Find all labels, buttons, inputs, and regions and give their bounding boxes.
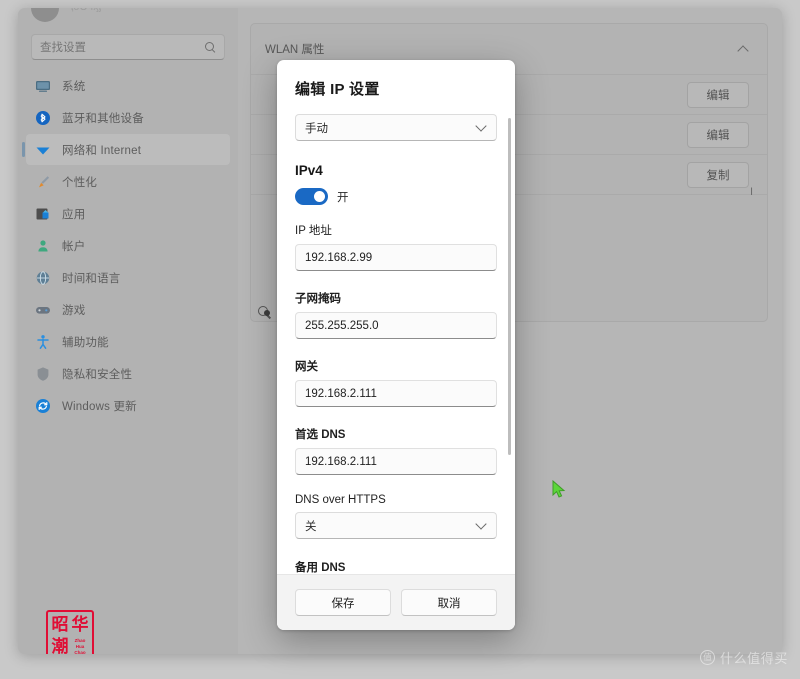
dialog-footer: 保存 取消 — [277, 574, 515, 630]
lock-search-icon — [258, 305, 273, 320]
privacy-shield-icon — [34, 365, 51, 382]
sidebar-item-label: 应用 — [62, 208, 86, 221]
chevron-up-icon[interactable] — [738, 44, 749, 55]
search-icon — [205, 41, 216, 53]
account-name: ҷәϴӵӽӻ — [68, 8, 103, 13]
account-strip[interactable]: ҷәϴӵӽӻ — [18, 8, 238, 28]
ip-address-field[interactable]: 192.168.2.99 — [295, 244, 497, 271]
sidebar-item-privacy[interactable]: 隐私和安全性 — [26, 358, 230, 389]
dialog-title: 编辑 IP 设置 — [295, 81, 380, 98]
sidebar-item-apps[interactable]: 应用 — [26, 198, 230, 229]
search-input-text: 查找设置 — [40, 42, 86, 54]
preferred-dns-label: 首选 DNS — [295, 429, 346, 441]
chevron-down-icon — [476, 122, 487, 133]
dns-over-https-select[interactable]: 关 — [295, 512, 497, 539]
misc-text-fragment: I — [750, 186, 754, 198]
seal-char: 昭 — [51, 614, 69, 635]
system-icon — [34, 77, 51, 94]
gateway-field[interactable]: 192.168.2.111 — [295, 380, 497, 407]
chevron-down-icon — [476, 520, 487, 531]
smzdm-watermark: 值 什么值得买 — [699, 648, 788, 667]
sidebar-nav-list: 系统 蓝牙和其他设备 网络和 Internet 个性化 应用 帐户 时间和语言 … — [18, 70, 238, 421]
sidebar-item-label: 隐私和安全性 — [62, 368, 133, 381]
toggle-knob — [314, 191, 325, 202]
sidebar-item-label: 网络和 Internet — [62, 144, 142, 157]
edit-button[interactable]: 编辑 — [687, 81, 749, 108]
cancel-button[interactable]: 取消 — [401, 589, 497, 616]
sidebar-item-accounts[interactable]: 帐户 — [26, 230, 230, 261]
seal-char: 华 — [71, 614, 89, 635]
subnet-mask-field[interactable]: 255.255.255.0 — [295, 312, 497, 339]
sidebar-item-network[interactable]: 网络和 Internet — [22, 134, 230, 165]
smzdm-logo-icon: 值 — [699, 650, 715, 665]
ip-address-label: IP 地址 — [295, 225, 332, 237]
save-button[interactable]: 保存 — [295, 589, 391, 616]
preferred-dns-field[interactable]: 192.168.2.111 — [295, 448, 497, 475]
dialog-scroll-area[interactable]: 编辑 IP 设置 手动 IPv4 开 IP 地址 192.168.2.99 子网… — [277, 60, 515, 574]
ip-assignment-value: 手动 — [305, 122, 328, 135]
accessibility-icon — [34, 333, 51, 350]
sidebar-item-accessibility[interactable]: 辅助功能 — [26, 326, 230, 357]
gateway-label: 网关 — [295, 361, 318, 373]
wlan-properties-title: WLAN 属性 — [265, 44, 325, 56]
personalization-brush-icon — [34, 173, 51, 190]
edit-button[interactable]: 编辑 — [687, 121, 749, 148]
sidebar-item-bluetooth[interactable]: 蓝牙和其他设备 — [26, 102, 230, 133]
sidebar-item-label: 辅助功能 — [62, 336, 109, 349]
sidebar-item-label: 时间和语言 — [62, 272, 121, 285]
dns-over-https-label: DNS over HTTPS — [295, 494, 386, 506]
seal-pinyin-line: Chao — [74, 650, 86, 654]
copy-button[interactable]: 复制 — [687, 161, 749, 188]
time-language-globe-icon — [34, 269, 51, 286]
windows-update-icon — [34, 397, 51, 414]
dns-over-https-value: 关 — [305, 520, 317, 533]
sidebar-item-system[interactable]: 系统 — [26, 70, 230, 101]
apps-icon — [34, 205, 51, 222]
subnet-mask-label: 子网掩码 — [295, 293, 341, 305]
ipv4-toggle[interactable] — [295, 188, 328, 205]
ip-assignment-select[interactable]: 手动 — [295, 114, 497, 141]
sidebar-item-label: 帐户 — [62, 240, 86, 253]
network-icon — [34, 141, 51, 158]
sidebar-item-personalization[interactable]: 个性化 — [26, 166, 230, 197]
search-input[interactable]: 查找设置 — [31, 34, 225, 60]
sidebar-item-label: 个性化 — [62, 176, 98, 189]
seal-stamp-watermark: 昭 华 潮 Zhao Hua Chao — [46, 610, 94, 654]
accounts-person-icon — [34, 237, 51, 254]
seal-char: 潮 — [51, 636, 69, 654]
sidebar-item-label: Windows 更新 — [62, 400, 137, 413]
sidebar-item-time-language[interactable]: 时间和语言 — [26, 262, 230, 293]
dialog-scrollbar[interactable] — [508, 118, 511, 455]
bluetooth-icon — [34, 109, 51, 126]
sidebar: ҷәϴӵӽӻ 查找设置 系统 蓝牙和其他设备 — [18, 8, 238, 654]
ipv4-toggle-state-label: 开 — [337, 191, 349, 204]
sidebar-item-windows-update[interactable]: Windows 更新 — [26, 390, 230, 421]
ipv4-heading: IPv4 — [295, 163, 323, 178]
sidebar-item-label: 游戏 — [62, 304, 86, 317]
sidebar-item-gaming[interactable]: 游戏 — [26, 294, 230, 325]
avatar — [31, 8, 59, 22]
alternate-dns-label: 备用 DNS — [295, 562, 346, 574]
ipv4-toggle-row[interactable]: 开 — [295, 188, 497, 205]
seal-pinyin: Zhao Hua Chao — [70, 636, 90, 654]
gaming-controller-icon — [34, 301, 51, 318]
sidebar-item-label: 蓝牙和其他设备 — [62, 112, 144, 125]
edit-ip-settings-dialog: 编辑 IP 设置 手动 IPv4 开 IP 地址 192.168.2.99 子网… — [277, 60, 515, 630]
sidebar-item-label: 系统 — [62, 80, 86, 93]
smzdm-watermark-text: 什么值得买 — [719, 651, 788, 666]
